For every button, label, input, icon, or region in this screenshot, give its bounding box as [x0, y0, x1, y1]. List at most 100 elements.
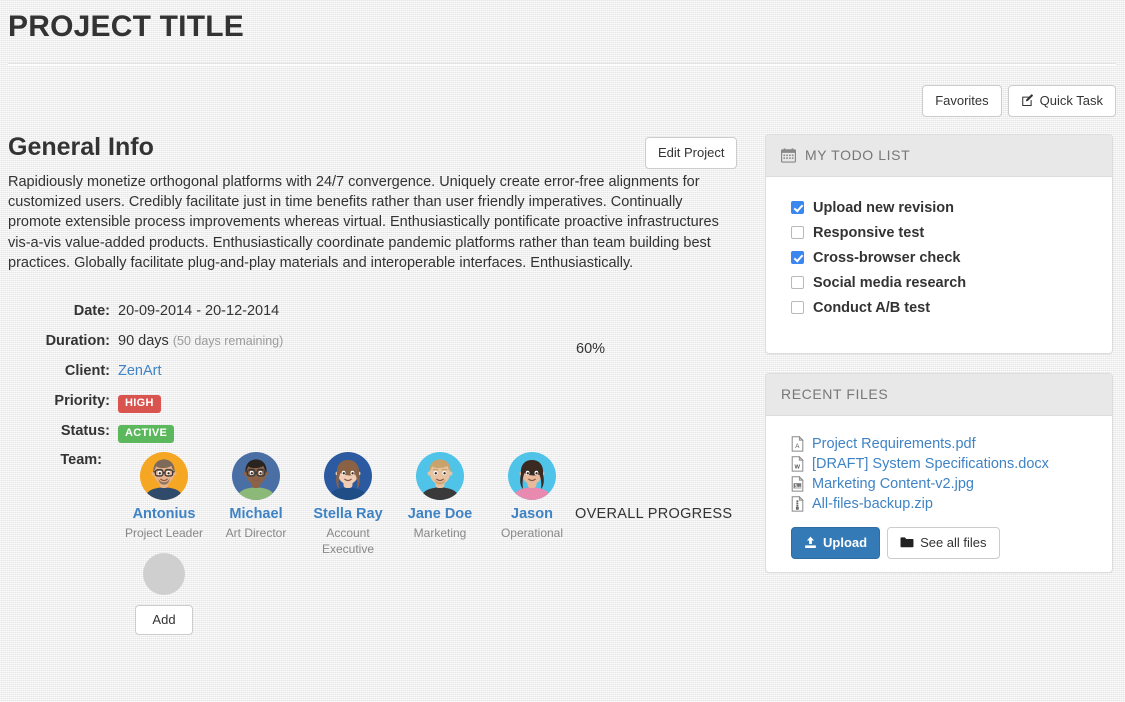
avatar [508, 452, 556, 500]
checkbox-checked-icon[interactable] [791, 251, 804, 264]
file-name-link[interactable]: Project Requirements.pdf [812, 435, 976, 454]
todo-item-label: Responsive test [813, 224, 924, 242]
client-link[interactable]: ZenArt [118, 363, 162, 379]
team-member[interactable]: Michael Art Director [210, 452, 302, 557]
checkbox-unchecked-icon[interactable] [791, 226, 804, 239]
duration-value: 90 days [118, 333, 169, 349]
svg-text:W: W [795, 464, 801, 470]
team-member[interactable]: Antonius Project Leader [118, 452, 210, 557]
duration-remaining-note: (50 days remaining) [173, 334, 283, 348]
quick-task-button-label: Quick Task [1040, 94, 1103, 107]
edit-project-button[interactable]: Edit Project [645, 137, 737, 169]
checkbox-unchecked-icon[interactable] [791, 276, 804, 289]
archive-file-icon [791, 496, 804, 512]
team-member-name[interactable]: Stella Ray [302, 506, 394, 523]
avatar [232, 452, 280, 500]
todo-item-label: Cross-browser check [813, 249, 960, 267]
todo-item[interactable]: Responsive test [791, 220, 1097, 245]
add-member-block: Add [118, 553, 210, 635]
upload-button-label: Upload [823, 536, 867, 549]
priority-badge: HIGH [118, 395, 161, 413]
team-label: Team: [0, 452, 110, 468]
file-name-link[interactable]: All-files-backup.zip [812, 495, 933, 514]
add-member-button-label: Add [152, 613, 175, 626]
todo-item-label: Conduct A/B test [813, 299, 930, 317]
files-actions: Upload See all files [791, 527, 1097, 559]
team-member-name[interactable]: Antonius [118, 506, 210, 523]
info-row-date: Date: 20-09-2014 - 20-12-2014 [0, 300, 420, 330]
quick-task-button[interactable]: Quick Task [1008, 85, 1116, 117]
info-label-duration: Duration: [0, 330, 118, 360]
team-member-role: Operational [486, 525, 578, 541]
info-value-date: 20-09-2014 - 20-12-2014 [118, 300, 420, 330]
info-label-date: Date: [0, 300, 118, 330]
files-panel-heading: RECENT FILES [766, 374, 1112, 416]
files-panel-title: RECENT FILES [781, 386, 888, 402]
add-member-button[interactable]: Add [135, 605, 192, 635]
favorites-button-label: Favorites [935, 94, 988, 107]
avatar [324, 452, 372, 500]
file-name-link[interactable]: Marketing Content-v2.jpg [812, 475, 974, 494]
team-member-list: Antonius Project Leader Michael Art Direct… [118, 452, 578, 557]
team-member-name[interactable]: Michael [210, 506, 302, 523]
see-all-files-button-label: See all files [920, 536, 986, 549]
todo-panel-heading: MY TODO LIST [766, 135, 1112, 177]
see-all-files-button[interactable]: See all files [887, 527, 999, 559]
title-divider [8, 63, 1116, 66]
image-file-icon [791, 476, 804, 492]
team-member-name[interactable]: Jason [486, 506, 578, 523]
info-label-priority: Priority: [0, 390, 118, 420]
todo-item[interactable]: Conduct A/B test [791, 295, 1097, 320]
todo-item[interactable]: Social media research [791, 270, 1097, 295]
file-list-item[interactable]: W [DRAFT] System Specifications.docx [791, 454, 1097, 474]
recent-files-list: A Project Requirements.pdf W [DRAFT] System… [791, 434, 1097, 514]
info-row-duration: Duration: 90 days (50 days remaining) [0, 330, 420, 360]
checkbox-checked-icon[interactable] [791, 201, 804, 214]
edit-project-button-label: Edit Project [658, 146, 724, 159]
general-info-heading: General Info [8, 132, 154, 162]
calendar-icon [781, 148, 796, 163]
todo-item-label: Upload new revision [813, 199, 954, 217]
files-panel-body: A Project Requirements.pdf W [DRAFT] System… [766, 416, 1112, 577]
todo-panel-title: MY TODO LIST [805, 147, 910, 163]
info-label-client: Client: [0, 360, 118, 390]
avatar [140, 452, 188, 500]
info-value-duration: 90 days (50 days remaining) [118, 330, 420, 360]
project-info-table: Date: 20-09-2014 - 20-12-2014 Duration: … [0, 300, 420, 450]
checkbox-unchecked-icon[interactable] [791, 301, 804, 314]
upload-icon [804, 536, 817, 549]
page-title: PROJECT TITLE [8, 8, 244, 46]
add-member-avatar-placeholder [143, 553, 185, 595]
todo-item-label: Social media research [813, 274, 966, 292]
recent-files-panel: RECENT FILES A Project Requirements.pdf W [… [765, 373, 1113, 573]
todo-items: Upload new revision Responsive test Cross-… [791, 195, 1097, 320]
team-member-role: Art Director [210, 525, 302, 541]
status-badge: ACTIVE [118, 425, 174, 443]
file-list-item[interactable]: A Project Requirements.pdf [791, 434, 1097, 454]
pdf-file-icon: A [791, 436, 804, 452]
top-actions-toolbar: Favorites Quick Task [922, 85, 1116, 117]
progress-percent-label: 60% [576, 340, 605, 358]
todo-panel-body: Upload new revision Responsive test Cross-… [766, 177, 1112, 338]
progress-caption: OVERALL PROGRESS [575, 506, 732, 522]
info-label-status: Status: [0, 420, 118, 450]
todo-item[interactable]: Cross-browser check [791, 245, 1097, 270]
info-row-client: Client: ZenArt [0, 360, 420, 390]
todo-item[interactable]: Upload new revision [791, 195, 1097, 220]
team-member[interactable]: Jane DoeMarketing [394, 452, 486, 557]
folder-icon [900, 536, 914, 549]
pencil-square-icon [1021, 94, 1034, 107]
info-row-priority: Priority: HIGH [0, 390, 420, 420]
avatar [416, 452, 464, 500]
favorites-button[interactable]: Favorites [922, 85, 1001, 117]
info-row-status: Status: ACTIVE [0, 420, 420, 450]
file-name-link[interactable]: [DRAFT] System Specifications.docx [812, 455, 1049, 474]
upload-button[interactable]: Upload [791, 527, 880, 559]
file-list-item[interactable]: Marketing Content-v2.jpg [791, 474, 1097, 494]
team-member-role: Account Executive [302, 525, 394, 557]
team-member-name[interactable]: Jane Doe [394, 506, 486, 523]
file-list-item[interactable]: All-files-backup.zip [791, 494, 1097, 514]
team-member[interactable]: Jason Operational [486, 452, 578, 557]
team-member-role: Project Leader [118, 525, 210, 541]
team-member[interactable]: Stella Ray Account Executive [302, 452, 394, 557]
